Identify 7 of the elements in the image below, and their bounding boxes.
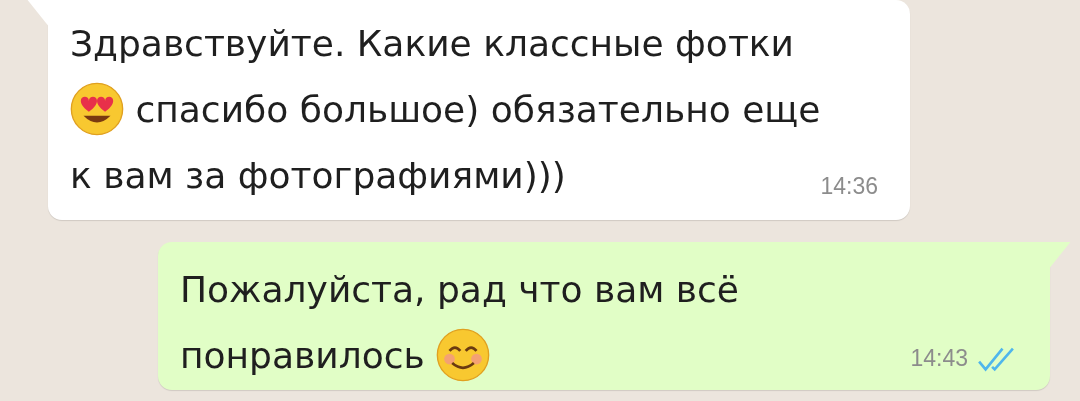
message-text: понравилось xyxy=(180,334,426,376)
message-text: к вам за фотографиями))) xyxy=(70,154,566,196)
message-text: спасибо большое) обязательно еще xyxy=(134,88,821,130)
message-time: 14:43 xyxy=(910,345,968,372)
message-time: 14:36 xyxy=(820,173,878,200)
message-text: Здравствуйте. Какие классные фотки xyxy=(70,22,794,64)
message-text: Пожалуйста, рад что вам всё xyxy=(180,268,739,310)
